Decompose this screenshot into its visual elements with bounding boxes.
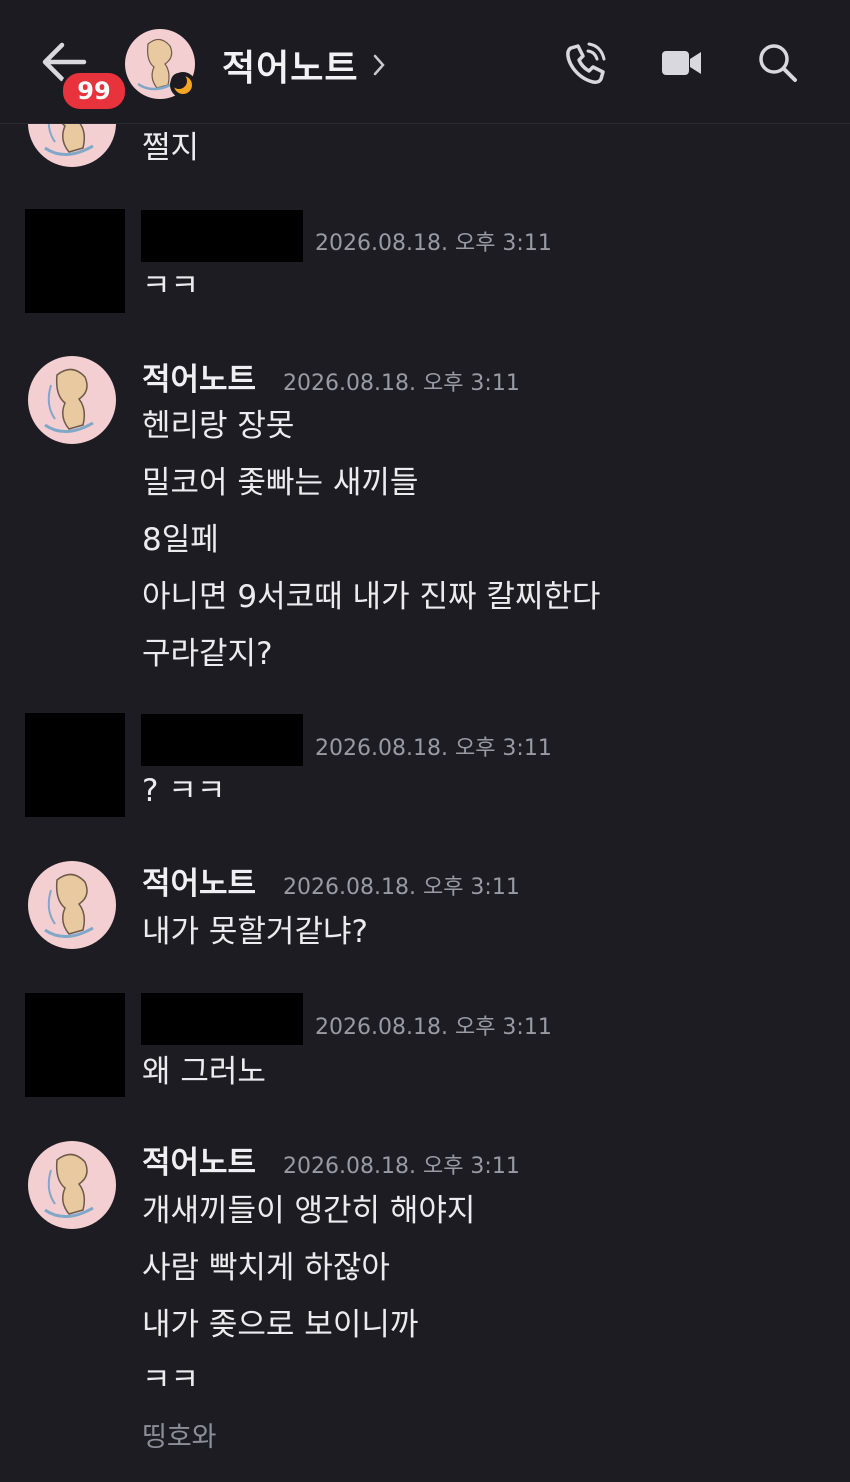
sender-name[interactable]: 적어노트	[142, 360, 256, 400]
message-timestamp: 2026.08.18. 오후 3:11	[315, 1015, 552, 1040]
redacted-avatar	[25, 209, 125, 313]
chevron-right-icon	[374, 54, 386, 76]
message-line: 쩔지	[142, 130, 200, 166]
redacted-avatar	[25, 713, 125, 817]
message-line: 내가 못할거같냐?	[142, 914, 368, 950]
sender-name[interactable]: 적어노트	[142, 864, 256, 904]
user-avatar[interactable]	[27, 1140, 117, 1230]
user-avatar[interactable]	[27, 860, 117, 950]
message-line: ㅋㅋ	[142, 268, 200, 304]
status-indicator	[170, 72, 196, 98]
redacted-sender-name	[141, 210, 303, 262]
user-avatar[interactable]	[27, 355, 117, 445]
chat-header: 99 적어노트	[0, 0, 850, 124]
message-line: 헨리랑 장못	[142, 408, 295, 444]
message-timestamp: 2026.08.18. 오후 3:11	[283, 875, 520, 900]
message-timestamp: 2026.08.18. 오후 3:11	[315, 231, 552, 256]
message-timestamp: 2026.08.18. 오후 3:11	[283, 371, 520, 396]
search-icon[interactable]	[755, 40, 801, 86]
message-line: 왜 그러노	[142, 1054, 266, 1090]
message-line: 사람 빡치게 하잖아	[142, 1250, 390, 1286]
sender-name[interactable]: 적어노트	[142, 1143, 256, 1183]
message-line: ㅋㅋ	[142, 1362, 200, 1398]
phone-call-icon[interactable]	[561, 40, 607, 86]
message-line: 아니면 9서코때 내가 진짜 칼찌한다	[142, 579, 601, 615]
message-line: 밀코어 좇빠는 새끼들	[142, 465, 419, 501]
message-line: 8일페	[142, 522, 219, 558]
message-line: ? ㅋㅋ	[142, 773, 226, 809]
chat-title: 적어노트	[222, 48, 359, 89]
redacted-sender-name	[141, 993, 303, 1045]
typing-indicator: 띵호와	[142, 1422, 217, 1453]
chat-title-button[interactable]: 적어노트	[222, 40, 386, 90]
message-timestamp: 2026.08.18. 오후 3:11	[315, 736, 552, 761]
moon-status-icon	[171, 73, 192, 94]
redacted-sender-name	[141, 714, 303, 766]
message-timestamp: 2026.08.18. 오후 3:11	[283, 1154, 520, 1179]
redacted-avatar	[25, 993, 125, 1097]
message-line: 내가 좆으로 보이니까	[142, 1307, 419, 1343]
unread-badge: 99	[60, 70, 128, 112]
message-line: 개새끼들이 앵간히 해야지	[142, 1193, 476, 1229]
message-line: 구라같지?	[142, 636, 273, 672]
video-call-icon[interactable]	[659, 40, 705, 86]
